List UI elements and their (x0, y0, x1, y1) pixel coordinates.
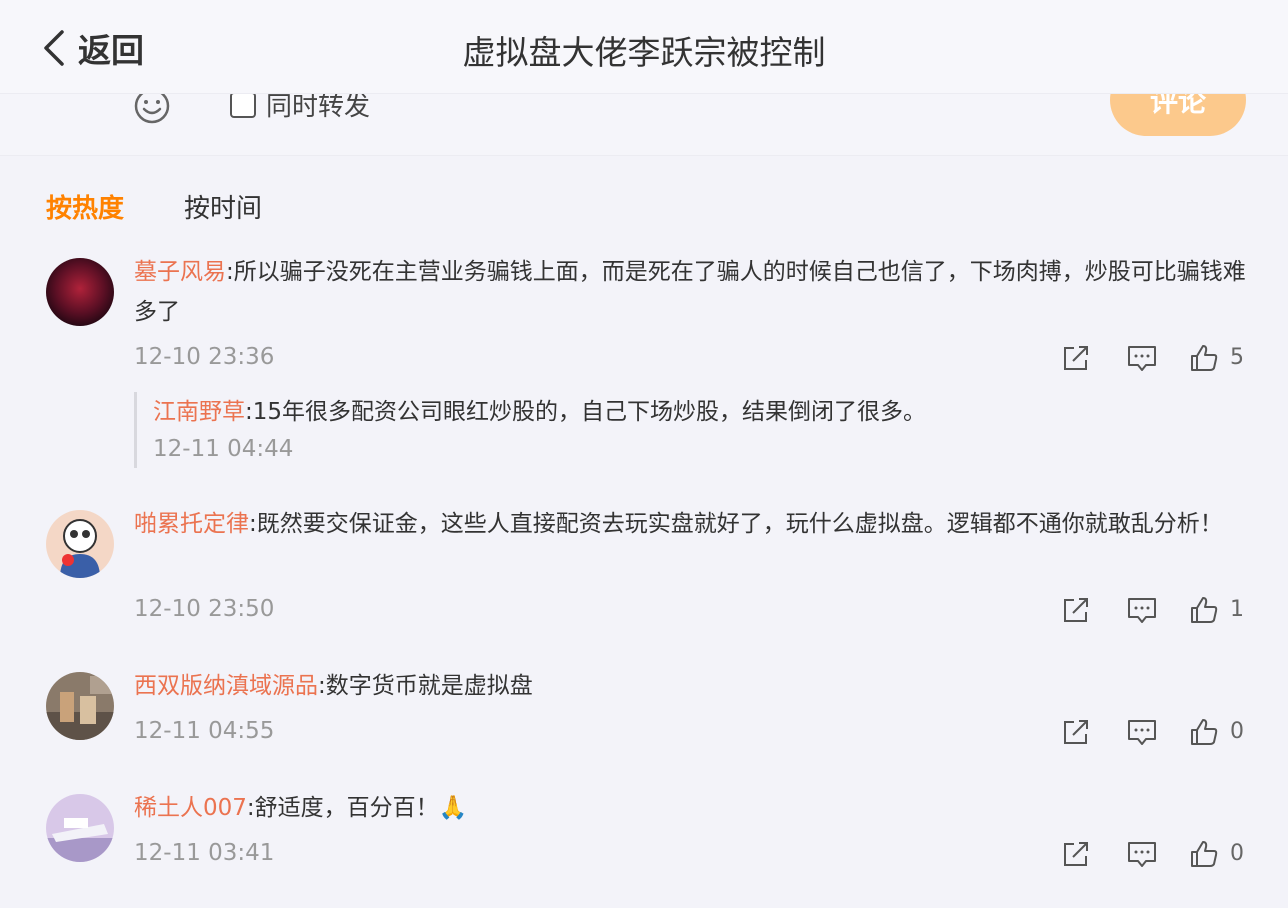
comment-icon[interactable] (1126, 594, 1158, 626)
share-icon[interactable] (1060, 716, 1092, 748)
header: 返回 虚拟盘大佬李跃宗被控制 (0, 0, 1288, 94)
like-count: 0 (1230, 719, 1244, 744)
comment-body: 既然要交保证金，这些人直接配资去玩实盘就好了，玩什么虚拟盘。逻辑都不通你就敢乱分… (256, 511, 1223, 537)
avatar[interactable] (46, 794, 114, 862)
comment-actions: 0 (1060, 838, 1260, 870)
smile-icon[interactable] (132, 94, 172, 126)
comment-username[interactable]: 西双版纳滇域源品 (134, 673, 318, 699)
comment-actions: 0 (1060, 716, 1260, 748)
like-icon[interactable] (1188, 342, 1220, 374)
comment-time: 12-10 23:36 (134, 344, 275, 370)
comment-username[interactable]: 啪累托定律 (134, 511, 249, 537)
reply-body: 15年很多配资公司眼红炒股的，自己下场炒股，结果倒闭了很多。 (252, 399, 927, 425)
comment-icon[interactable] (1126, 716, 1158, 748)
comment-actions: 5 (1060, 342, 1260, 374)
comment-time: 12-11 03:41 (134, 840, 275, 866)
avatar[interactable] (46, 510, 114, 578)
share-icon[interactable] (1060, 342, 1092, 374)
comment-body: 所以骗子没死在主营业务骗钱上面，而是死在了骗人的时候自己也信了，下场肉搏，炒股可… (134, 259, 1246, 325)
comment-text: 啪累托定律:既然要交保证金，这些人直接配资去玩实盘就好了，玩什么虚拟盘。逻辑都不… (134, 511, 1223, 537)
comment-icon[interactable] (1126, 838, 1158, 870)
like-count: 1 (1230, 597, 1244, 622)
repost-label: 同时转发 (266, 94, 371, 122)
comment-text: 稀土人007:舒适度，百分百！🙏 (134, 795, 468, 821)
page-title: 虚拟盘大佬李跃宗被控制 (462, 33, 826, 72)
like-icon[interactable] (1188, 594, 1220, 626)
comment-time: 12-10 23:50 (134, 596, 275, 622)
comment-text: 西双版纳滇域源品:数字货币就是虚拟盘 (134, 673, 533, 699)
avatar[interactable] (46, 258, 114, 326)
submit-comment-button[interactable]: 评论 (1110, 94, 1246, 136)
like-icon[interactable] (1188, 838, 1220, 870)
checkbox-box[interactable] (230, 94, 256, 118)
repost-checkbox[interactable]: 同时转发 (230, 94, 370, 123)
like-count: 5 (1230, 345, 1244, 370)
comment-text: 墓子风易:所以骗子没死在主营业务骗钱上面，而是死在了骗人的时候自己也信了，下场肉… (134, 259, 1246, 325)
reply-time: 12-11 04:44 (153, 436, 294, 462)
comment-time: 12-11 04:55 (134, 718, 275, 744)
comment-actions: 1 (1060, 594, 1260, 626)
tab-sort-time[interactable]: 按时间 (184, 188, 262, 225)
share-icon[interactable] (1060, 594, 1092, 626)
tab-sort-hot[interactable]: 按热度 (46, 188, 124, 225)
comment-username[interactable]: 墓子风易 (134, 259, 226, 285)
comment-body: 舒适度，百分百！🙏 (254, 795, 468, 821)
like-icon[interactable] (1188, 716, 1220, 748)
comment-body: 数字货币就是虚拟盘 (325, 673, 533, 699)
avatar[interactable] (46, 672, 114, 740)
comment-username[interactable]: 稀土人007 (134, 795, 247, 821)
like-count: 0 (1230, 841, 1244, 866)
reply-username[interactable]: 江南野草 (153, 399, 245, 425)
sort-tabs: 按热度 按时间 (46, 188, 262, 225)
reply-item: 江南野草:15年很多配资公司眼红炒股的，自己下场炒股，结果倒闭了很多。 12-1… (134, 392, 1234, 468)
reply-text: 江南野草:15年很多配资公司眼红炒股的，自己下场炒股，结果倒闭了很多。 (153, 399, 927, 425)
share-icon[interactable] (1060, 838, 1092, 870)
comment-icon[interactable] (1126, 342, 1158, 374)
comment-composer: 同时转发 评论 (0, 94, 1288, 156)
